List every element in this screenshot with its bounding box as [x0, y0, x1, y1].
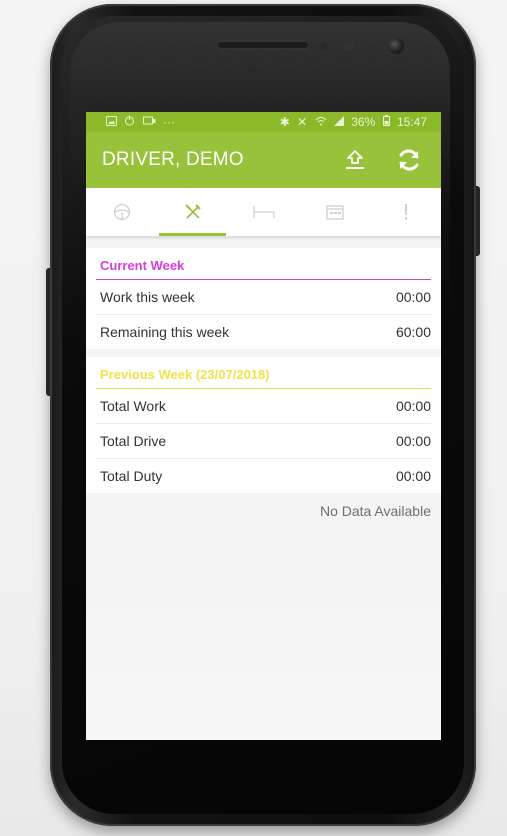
- row-value: 00:00: [395, 468, 431, 484]
- refresh-button[interactable]: [387, 138, 431, 182]
- app-bar: DRIVER, DEMO: [86, 132, 441, 188]
- tab-driving[interactable]: [86, 188, 157, 236]
- proximity-sensor: [320, 42, 328, 50]
- steering-wheel-icon: [113, 203, 130, 221]
- bed-icon: [252, 206, 275, 218]
- battery-icon: [382, 115, 393, 129]
- row-label: Total Duty: [100, 468, 163, 484]
- message-icon: [142, 115, 159, 129]
- row-value: 60:00: [395, 324, 431, 340]
- wifi-icon: [315, 115, 330, 129]
- image-icon: [106, 115, 120, 129]
- table-row: Remaining this week 60:00: [96, 315, 431, 349]
- upload-button[interactable]: [333, 138, 377, 182]
- content: Current Week Work this week 00:00 Remain…: [86, 236, 441, 519]
- row-value: 00:00: [395, 289, 431, 305]
- upload-icon: [346, 150, 364, 169]
- status-time: 15:47: [396, 115, 427, 129]
- table-row: Total Drive 00:00: [96, 424, 431, 459]
- tab-calendar[interactable]: [299, 188, 370, 236]
- tools-icon: [184, 204, 201, 219]
- status-right-icons: ✱ ✕ 36% 15:47: [280, 115, 431, 129]
- screen: ··· ✱ ✕ 36% 15:47 DRIVER, DEMO Current W…: [86, 112, 441, 740]
- page-title: DRIVER, DEMO: [102, 149, 244, 170]
- earpiece-speaker: [216, 40, 310, 50]
- row-label: Work this week: [100, 289, 195, 305]
- battery-percent: 36%: [351, 115, 376, 129]
- tab-bar: [86, 188, 441, 236]
- table-row: Total Duty 00:00: [96, 459, 431, 493]
- light-sensor: [344, 41, 354, 51]
- mute-icon: ✕: [297, 115, 308, 129]
- screen-reflection: [86, 580, 441, 740]
- row-label: Remaining this week: [100, 324, 230, 340]
- power-icon: [124, 115, 138, 129]
- row-label: Total Drive: [100, 433, 167, 449]
- row-value: 00:00: [395, 398, 431, 414]
- alert-icon: [404, 204, 407, 220]
- current-week-header: Current Week: [96, 248, 431, 280]
- status-left-icons: ···: [106, 115, 179, 129]
- tab-alerts[interactable]: [370, 188, 441, 236]
- table-row: Total Work 00:00: [96, 389, 431, 424]
- table-row: Work this week 00:00: [96, 280, 431, 315]
- row-value: 00:00: [395, 433, 431, 449]
- front-camera: [388, 38, 404, 54]
- previous-week-header: Previous Week (23/07/2018): [96, 357, 431, 389]
- calendar-icon: [325, 205, 344, 220]
- status-bar: ··· ✱ ✕ 36% 15:47: [86, 112, 441, 132]
- current-week-section: Current Week Work this week 00:00 Remain…: [86, 248, 441, 349]
- tab-rest[interactable]: [228, 188, 299, 236]
- tab-work[interactable]: [157, 188, 228, 236]
- bluetooth-icon: ✱: [279, 115, 290, 129]
- signal-icon: [333, 115, 347, 129]
- row-label: Total Work: [100, 398, 166, 414]
- more-icon: ···: [163, 115, 176, 129]
- previous-week-section: Previous Week (23/07/2018) Total Work 00…: [86, 357, 441, 493]
- no-data-message: No Data Available: [319, 503, 431, 519]
- refresh-icon: [399, 149, 419, 171]
